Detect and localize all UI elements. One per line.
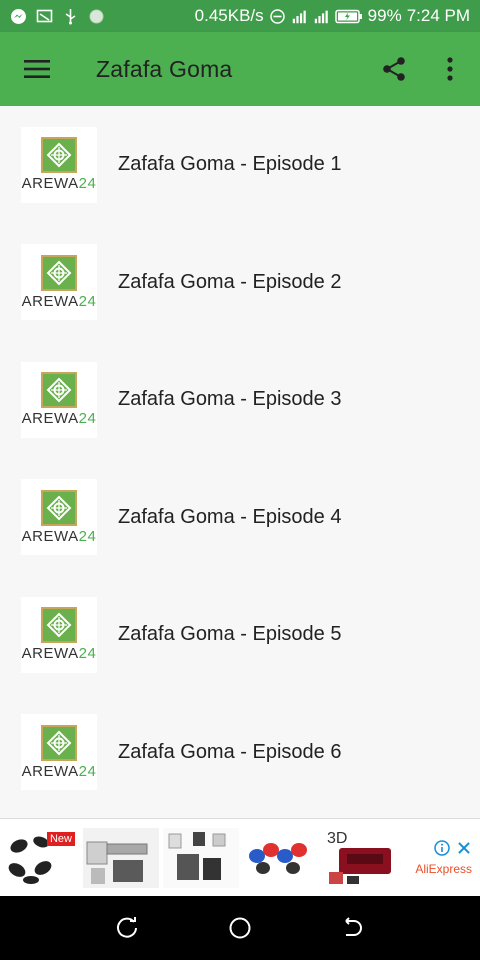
episode-title: Zafafa Goma - Episode 3 [118,388,342,411]
ad-brand-area: AliExpress [415,839,472,876]
battery-level: 99% [367,6,402,25]
status-notification-icons [10,8,105,25]
episode-thumbnail: AREWA24 [21,361,97,438]
recents-icon [116,917,137,938]
episode-list-item[interactable]: AREWA24 Zafafa Goma - Episode 2 [0,224,480,342]
episode-title: Zafafa Goma - Episode 1 [118,153,342,176]
ad-tile-3d-printer[interactable]: 3D [323,827,399,888]
back-button[interactable] [333,908,373,948]
episode-title: Zafafa Goma - Episode 2 [118,270,342,293]
status-system-info: 0.45KB/s 99% 7:24 PM [195,6,470,26]
episode-title: Zafafa Goma - Episode 4 [118,505,342,528]
home-icon [229,917,251,939]
more-options-button[interactable] [422,32,478,106]
episode-list-item[interactable]: AREWA24 Zafafa Goma - Episode 5 [0,576,480,694]
thumbnail-brand-text: AREWA24 [22,410,97,427]
recents-button[interactable] [107,908,147,948]
thumbnail-brand-word: AREWA [21,175,79,193]
thumbnail-brand-word: AREWA [21,527,79,545]
share-button[interactable] [366,32,422,106]
signal-hplus-icon [291,8,308,25]
episode-thumbnail: AREWA24 [21,244,97,321]
ad-tile-machine[interactable] [83,827,159,888]
ad-controls [434,839,472,856]
thumbnail-brand-text: AREWA24 [22,645,97,662]
episode-thumbnail: AREWA24 [21,596,97,673]
episode-list-item[interactable]: AREWA24 Zafafa Goma - Episode 3 [0,341,480,459]
ad-info-button[interactable] [434,839,450,856]
ad-3d-label: 3D [327,829,348,847]
episode-thumbnail: AREWA24 [21,479,97,556]
thumbnail-brand-text: AREWA24 [22,763,97,780]
thumbnail-brand-text: AREWA24 [22,175,97,192]
network-speed: 0.45KB/s [194,6,264,25]
episode-thumbnail: AREWA24 [21,714,97,791]
usb-icon [62,8,79,25]
system-nav-bar [0,896,480,960]
arewa-logo-icon [41,724,77,761]
ad-close-button[interactable] [456,840,472,856]
status-bar: 0.45KB/s 99% 7:24 PM [0,0,480,32]
messenger-icon [10,8,27,25]
arewa-logo-icon [41,137,77,174]
episode-list-item[interactable]: AREWA24 Zafafa Goma - Episode 6 [0,694,480,812]
ad-banner[interactable]: New 3D AliExpress [0,818,480,896]
arewa-logo-icon [41,254,77,291]
more-vert-icon [447,57,453,81]
close-icon [458,841,470,854]
app-bar: Zafafa Goma [0,32,480,106]
thumbnail-brand-number: 24 [78,527,97,545]
thumbnail-brand-word: AREWA [21,645,79,663]
arewa-logo-icon [41,489,77,526]
arewa-logo-icon [41,607,77,644]
thumbnail-brand-word: AREWA [21,762,79,780]
dot-icon [88,8,105,25]
thumbnail-brand-text: AREWA24 [22,293,97,310]
menu-button[interactable] [0,32,74,106]
arewa-logo-icon [41,372,77,409]
info-icon [434,839,450,856]
episode-thumbnail: AREWA24 [21,126,97,203]
thumbnail-brand-number: 24 [78,410,97,428]
episode-title: Zafafa Goma - Episode 6 [118,740,342,763]
thumbnail-brand-text: AREWA24 [22,528,97,545]
episode-title: Zafafa Goma - Episode 5 [118,623,342,646]
thumbnail-brand-word: AREWA [21,292,79,310]
thumbnail-brand-number: 24 [78,292,97,310]
ad-tile-rollers[interactable] [243,827,319,888]
home-button[interactable] [220,908,260,948]
episode-list-item[interactable]: AREWA24 Zafafa Goma - Episode 4 [0,459,480,577]
episode-list: AREWA24 Zafafa Goma - Episode 1 AREWA24 … [0,106,480,818]
app-title: Zafafa Goma [96,55,233,82]
thumbnail-brand-number: 24 [78,645,97,663]
menu-icon [24,60,50,78]
ad-tile-appliances[interactable] [163,827,239,888]
episode-list-item[interactable]: AREWA24 Zafafa Goma - Episode 1 [0,106,480,224]
signal-icon [313,8,330,25]
ad-tile-earbuds[interactable]: New [3,827,79,888]
dnd-icon [269,8,286,25]
cast-icon [36,8,53,25]
ad-new-badge: New [46,831,75,846]
thumbnail-brand-word: AREWA [21,410,79,428]
battery-charging-icon [334,8,363,25]
back-icon [345,917,363,936]
clock: 7:24 PM [406,6,470,25]
share-icon [383,57,405,81]
thumbnail-brand-number: 24 [78,175,97,193]
thumbnail-brand-number: 24 [78,762,97,780]
ad-brand-name[interactable]: AliExpress [415,862,472,876]
